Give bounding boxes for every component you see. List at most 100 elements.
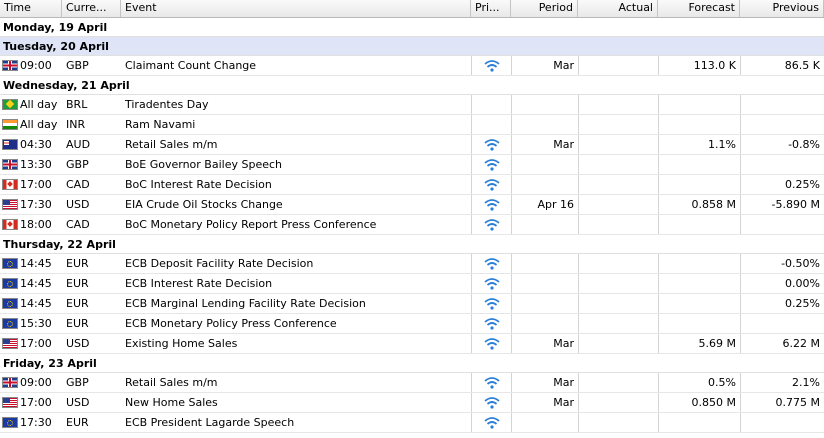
priority-cell: [471, 115, 511, 134]
previous-cell: -0.50%: [740, 254, 824, 273]
priority-signal-icon: [484, 396, 500, 409]
time-cell: 09:00: [0, 373, 62, 392]
forecast-cell: [658, 413, 740, 432]
previous-cell: 0.25%: [740, 175, 824, 194]
period-cell: [511, 254, 578, 273]
event-row[interactable]: 04:30 AUD Retail Sales m/m Mar 1.1% -0.8%: [0, 135, 824, 155]
period-cell: Apr 16: [511, 195, 578, 214]
event-row[interactable]: 17:30 USD EIA Crude Oil Stocks Change Apr 1…: [0, 195, 824, 215]
actual-cell: [578, 215, 658, 234]
forecast-cell: [658, 155, 740, 174]
header-time[interactable]: Time: [0, 0, 62, 17]
event-time: 14:45: [20, 257, 52, 270]
previous-cell: 0.25%: [740, 294, 824, 313]
currency-cell: EUR: [66, 277, 89, 290]
actual-cell: [578, 294, 658, 313]
calendar-grid: Time Curre... Event Pri... Period Actual…: [0, 0, 824, 433]
event-row[interactable]: 14:45 EUR ECB Deposit Facility Rate Decisi…: [0, 254, 824, 274]
priority-signal-icon: [484, 198, 500, 211]
priority-cell: [471, 135, 511, 154]
event-name-cell: ECB Interest Rate Decision: [125, 277, 273, 290]
event-time: 09:00: [20, 376, 52, 389]
priority-cell: [471, 314, 511, 333]
period-cell: [511, 175, 578, 194]
header-priority[interactable]: Pri...: [471, 0, 511, 17]
event-row[interactable]: 17:00 CAD BoC Interest Rate Decision 0.25%: [0, 175, 824, 195]
time-cell: 14:45: [0, 294, 62, 313]
time-cell: All day: [0, 95, 62, 114]
event-name-cell: ECB Deposit Facility Rate Decision: [125, 257, 314, 270]
eu-flag-icon: [2, 298, 18, 309]
actual-cell: [578, 393, 658, 412]
event-name-cell: BoC Monetary Policy Report Press Confere…: [125, 218, 377, 231]
currency-cell: EUR: [66, 257, 89, 270]
in-flag-icon: [2, 119, 18, 130]
event-time: 17:00: [20, 178, 52, 191]
eu-flag-icon: [2, 417, 18, 428]
actual-cell: [578, 373, 658, 392]
event-name-cell: Retail Sales m/m: [125, 376, 218, 389]
event-name-cell: Claimant Count Change: [125, 59, 257, 72]
currency-cell: CAD: [66, 178, 90, 191]
currency-cell: USD: [66, 337, 90, 350]
header-event[interactable]: Event: [121, 0, 471, 17]
header-forecast[interactable]: Forecast: [658, 0, 740, 17]
header-previous[interactable]: Previous: [740, 0, 824, 17]
day-header[interactable]: Tuesday, 20 April: [0, 37, 824, 56]
priority-signal-icon: [484, 257, 500, 270]
period-cell: [511, 274, 578, 293]
period-cell: Mar: [511, 135, 578, 154]
priority-signal-icon: [484, 158, 500, 171]
us-flag-icon: [2, 199, 18, 210]
event-row[interactable]: 14:45 EUR ECB Marginal Lending Facility Ra…: [0, 294, 824, 314]
event-row[interactable]: 13:30 GBP BoE Governor Bailey Speech: [0, 155, 824, 175]
gb-flag-icon: [2, 60, 18, 71]
au-flag-icon: [2, 139, 18, 150]
us-flag-icon: [2, 338, 18, 349]
header-period[interactable]: Period: [511, 0, 578, 17]
day-header[interactable]: Monday, 19 April: [0, 18, 824, 37]
day-header[interactable]: Friday, 23 April: [0, 354, 824, 373]
event-row[interactable]: 09:00 GBP Claimant Count Change Mar 113.0 K8…: [0, 56, 824, 76]
event-row[interactable]: 18:00 CAD BoC Monetary Policy Report Press…: [0, 215, 824, 235]
period-cell: Mar: [511, 334, 578, 353]
event-name-cell: Existing Home Sales: [125, 337, 238, 350]
currency-cell: INR: [66, 118, 86, 131]
event-row[interactable]: All day BRL Tiradentes Day: [0, 95, 824, 115]
event-row[interactable]: 14:45 EUR ECB Interest Rate Decision 0.00%: [0, 274, 824, 294]
br-flag-icon: [2, 99, 18, 110]
event-time: 04:30: [20, 138, 52, 151]
period-cell: [511, 155, 578, 174]
us-flag-icon: [2, 397, 18, 408]
day-header[interactable]: Wednesday, 21 April: [0, 76, 824, 95]
event-row[interactable]: 15:30 EUR ECB Monetary Policy Press Confer…: [0, 314, 824, 334]
priority-cell: [471, 413, 511, 432]
previous-cell: 0.775 M: [740, 393, 824, 412]
event-row[interactable]: 17:00 USD Existing Home Sales Mar 5.69 M 6.22…: [0, 334, 824, 354]
time-cell: 17:30: [0, 413, 62, 432]
event-name-cell: EIA Crude Oil Stocks Change: [125, 198, 283, 211]
event-row[interactable]: 09:00 GBP Retail Sales m/m Mar 0.5% 2.1%: [0, 373, 824, 393]
priority-cell: [471, 175, 511, 194]
period-cell: [511, 115, 578, 134]
header-currency[interactable]: Curre...: [62, 0, 121, 17]
event-row[interactable]: 17:30 EUR ECB President Lagarde Speech: [0, 413, 824, 433]
eu-flag-icon: [2, 318, 18, 329]
previous-cell: [740, 155, 824, 174]
period-cell: [511, 314, 578, 333]
currency-cell: AUD: [66, 138, 91, 151]
priority-signal-icon: [484, 277, 500, 290]
previous-cell: 0.00%: [740, 274, 824, 293]
event-row[interactable]: 17:00 USD New Home Sales Mar 0.850 M 0.775 M: [0, 393, 824, 413]
event-row[interactable]: All day INR Ram Navami: [0, 115, 824, 135]
ca-flag-icon: [2, 219, 18, 230]
actual-cell: [578, 95, 658, 114]
day-header[interactable]: Thursday, 22 April: [0, 235, 824, 254]
period-cell: [511, 413, 578, 432]
header-actual[interactable]: Actual: [578, 0, 658, 17]
actual-cell: [578, 254, 658, 273]
actual-cell: [578, 334, 658, 353]
event-time: 17:00: [20, 337, 52, 350]
forecast-cell: [658, 95, 740, 114]
time-cell: 13:30: [0, 155, 62, 174]
